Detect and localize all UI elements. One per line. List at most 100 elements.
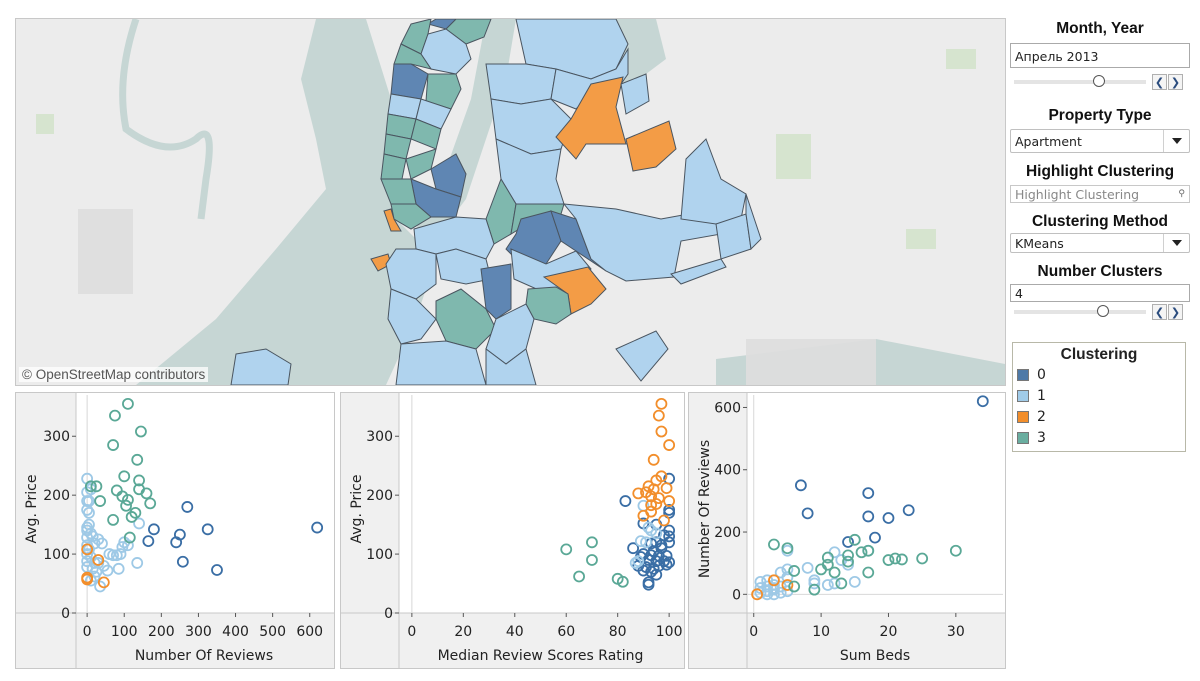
scatter-point-cluster-1[interactable] xyxy=(131,557,144,569)
x-tick-label: 0 xyxy=(83,624,92,640)
prev-month-button[interactable]: ❮ xyxy=(1152,74,1167,90)
scatter-point-cluster-1[interactable] xyxy=(848,575,861,588)
region-cluster-1[interactable] xyxy=(615,330,669,382)
y-axis-label: Avg. Price xyxy=(349,475,365,544)
increase-clusters-button[interactable]: ❯ xyxy=(1168,304,1183,320)
scatter-point-cluster-0[interactable] xyxy=(181,501,194,513)
x-tick-label: 100 xyxy=(111,624,138,640)
scatter-point-cluster-0[interactable] xyxy=(311,521,324,534)
scatter-point-cluster-3[interactable] xyxy=(896,553,908,566)
region-cluster-1[interactable] xyxy=(680,138,747,225)
region-cluster-3[interactable] xyxy=(405,148,437,180)
scatter-point-cluster-3[interactable] xyxy=(855,546,868,559)
chart-1-svg[interactable]: 0 100 200 300 0 20 40 60 80 100 Median Review Scor… xyxy=(341,393,684,668)
y-tick-label: 200 xyxy=(714,525,741,541)
scatter-point-cluster-1[interactable] xyxy=(821,579,834,591)
scatter-point-cluster-3[interactable] xyxy=(110,484,123,497)
legend-item-3[interactable]: 3 xyxy=(1013,427,1185,448)
region-cluster-1[interactable] xyxy=(395,340,487,385)
scatter-point-cluster-3[interactable] xyxy=(949,544,962,557)
legend-item-1[interactable]: 1 xyxy=(1013,385,1185,406)
scatter-point-cluster-3[interactable] xyxy=(94,495,107,507)
method-dropdown[interactable]: KMeans xyxy=(1010,233,1190,253)
scatter-point-cluster-0[interactable] xyxy=(211,564,223,576)
scatter-point-cluster-0[interactable] xyxy=(148,523,160,536)
month-year-slider[interactable]: ❮ ❯ xyxy=(1010,72,1190,92)
scatter-point-cluster-3[interactable] xyxy=(768,538,780,551)
chart-0-svg[interactable]: 0 100 200 300 0 100 200 300 400 500 600 Number Of R… xyxy=(16,393,334,668)
region-cluster-1[interactable] xyxy=(670,258,727,285)
dropdown-arrow-icon[interactable] xyxy=(1163,130,1189,152)
scatter-point-cluster-3[interactable] xyxy=(118,470,131,483)
slider-thumb[interactable] xyxy=(1097,305,1110,317)
legend-item-2[interactable]: 2 xyxy=(1013,406,1185,427)
scatter-point-cluster-3[interactable] xyxy=(107,514,120,526)
scatter-point-cluster-3[interactable] xyxy=(916,552,929,565)
scatter-point-cluster-3[interactable] xyxy=(107,439,120,451)
scatter-point-cluster-3[interactable] xyxy=(144,497,157,510)
scatter-point-cluster-0[interactable] xyxy=(976,395,989,408)
scatter-point-cluster-3[interactable] xyxy=(560,543,573,556)
scatter-point-cluster-3[interactable] xyxy=(573,570,585,583)
slider-track[interactable] xyxy=(1014,80,1146,84)
scatter-point-cluster-3[interactable] xyxy=(862,544,875,557)
scatter-point-cluster-2[interactable] xyxy=(660,482,673,494)
legend-item-0[interactable]: 0 xyxy=(1013,364,1185,385)
decrease-clusters-button[interactable]: ❮ xyxy=(1152,304,1167,320)
num-clusters-slider[interactable]: ❮ ❯ xyxy=(1010,302,1190,322)
dropdown-arrow-icon[interactable] xyxy=(1163,234,1189,252)
scatter-point-cluster-0[interactable] xyxy=(842,536,854,548)
scatter-point-cluster-0[interactable] xyxy=(869,531,881,544)
scatter-point-cluster-3[interactable] xyxy=(788,565,801,577)
num-clusters-input[interactable]: 4 xyxy=(1010,284,1190,302)
scatter-point-cluster-0[interactable] xyxy=(801,507,814,520)
highlight-search-input[interactable]: Highlight Clustering ⚲ xyxy=(1010,185,1190,203)
scatter-point-cluster-3[interactable] xyxy=(835,577,848,590)
scatter-point-cluster-2[interactable] xyxy=(663,439,676,451)
scatter-point-cluster-0[interactable] xyxy=(794,479,807,492)
scatter-point-cluster-1[interactable] xyxy=(801,561,814,574)
scatter-point-cluster-3[interactable] xyxy=(882,554,895,566)
scatter-point-cluster-2[interactable] xyxy=(647,453,660,466)
scatter-point-cluster-3[interactable] xyxy=(586,536,598,549)
region-cluster-1[interactable] xyxy=(485,63,557,105)
scatter-point-cluster-0[interactable] xyxy=(619,495,632,507)
scatter-beds-vs-reviews[interactable]: 0 200 400 600 0 10 20 30 Sum Beds Number Of Revie… xyxy=(688,392,1006,669)
scatter-point-cluster-1[interactable] xyxy=(828,546,841,559)
scatter-point-cluster-0[interactable] xyxy=(201,523,214,536)
scatter-point-cluster-3[interactable] xyxy=(586,554,598,566)
cluster-map[interactable]: © OpenStreetMap contributors xyxy=(15,18,1006,386)
month-year-input[interactable]: Апрель 2013 xyxy=(1010,43,1190,68)
property-type-dropdown[interactable]: Apartment xyxy=(1010,129,1190,153)
slider-thumb[interactable] xyxy=(1093,75,1106,87)
scatter-point-cluster-0[interactable] xyxy=(176,555,189,568)
scatter-point-cluster-1[interactable] xyxy=(83,506,95,519)
scatter-point-cluster-3[interactable] xyxy=(135,425,147,438)
map-canvas[interactable] xyxy=(16,19,1005,385)
scatter-point-cluster-1[interactable] xyxy=(112,562,125,575)
scatter-point-cluster-3[interactable] xyxy=(828,566,841,579)
scatter-point-cluster-3[interactable] xyxy=(120,499,132,512)
region-cluster-0[interactable] xyxy=(390,63,429,100)
slider-track[interactable] xyxy=(1014,310,1146,314)
scatter-point-cluster-2[interactable] xyxy=(655,425,668,438)
scatter-point-cluster-0[interactable] xyxy=(882,512,895,524)
scatter-point-cluster-3[interactable] xyxy=(109,409,121,422)
scatter-point-cluster-3[interactable] xyxy=(131,453,144,466)
scatter-point-cluster-3[interactable] xyxy=(848,533,861,546)
scatter-point-cluster-0[interactable] xyxy=(142,535,155,548)
scatter-point-cluster-3[interactable] xyxy=(862,566,875,579)
scatter-point-cluster-2[interactable] xyxy=(655,397,668,410)
scatter-point-cluster-0[interactable] xyxy=(902,504,915,517)
region-cluster-2[interactable] xyxy=(625,120,677,172)
scatter-point-cluster-3[interactable] xyxy=(122,397,134,410)
scatter-point-cluster-0[interactable] xyxy=(862,487,875,499)
scatter-rating-vs-price[interactable]: 0 100 200 300 0 20 40 60 80 100 Median Review Scor… xyxy=(340,392,685,669)
chart-2-svg[interactable]: 0 200 400 600 0 10 20 30 Sum Beds Number Of Revie… xyxy=(689,393,1005,668)
scatter-point-cluster-2[interactable] xyxy=(652,409,665,422)
scatter-reviews-vs-price[interactable]: 0 100 200 300 0 100 200 300 400 500 600 Number Of R… xyxy=(15,392,335,669)
next-month-button[interactable]: ❯ xyxy=(1168,74,1183,90)
map-attribution[interactable]: © OpenStreetMap contributors xyxy=(19,367,209,382)
scatter-point-cluster-0[interactable] xyxy=(862,510,875,523)
x-tick-label: 40 xyxy=(506,624,524,640)
